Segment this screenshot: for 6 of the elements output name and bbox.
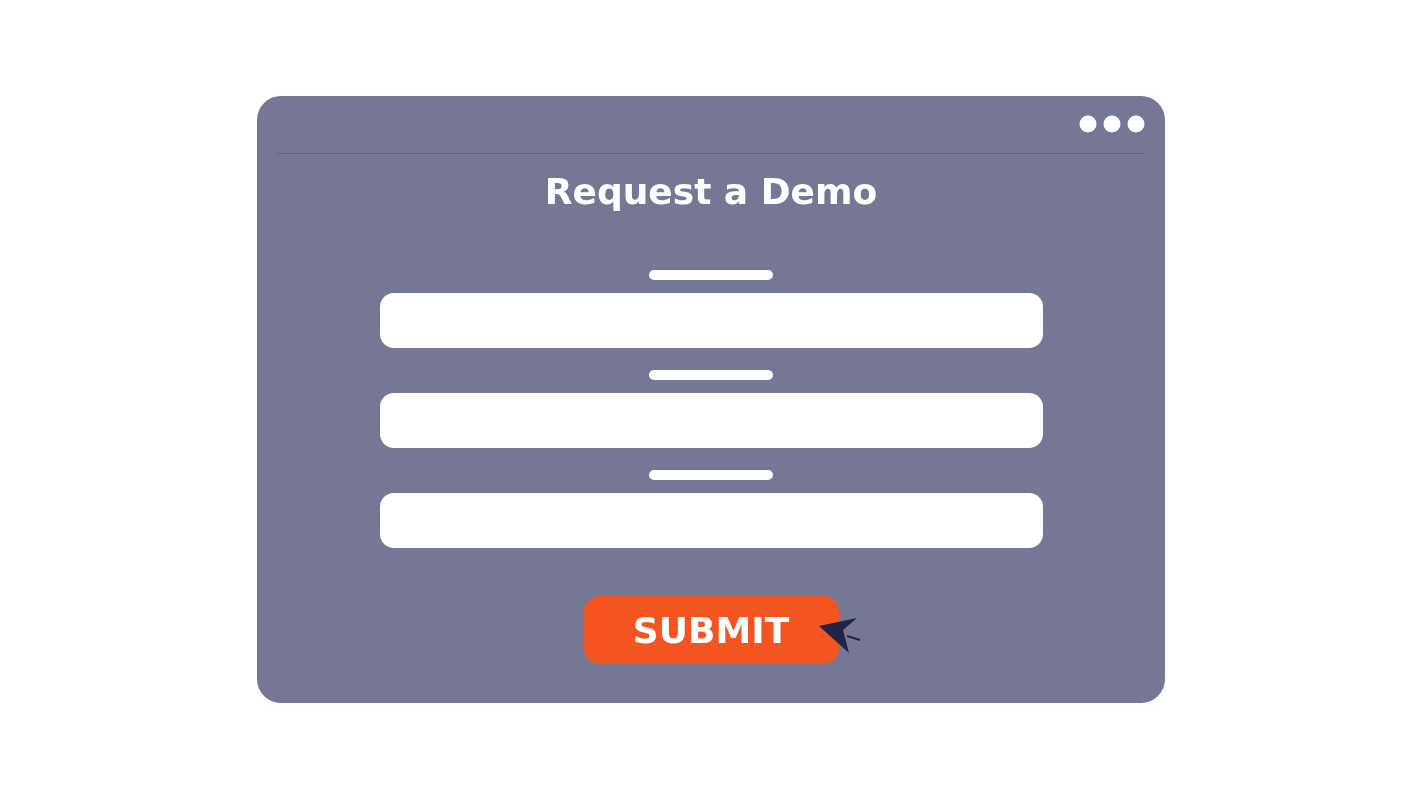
input-field[interactable] <box>379 293 1043 348</box>
more-icon[interactable] <box>1079 114 1145 133</box>
submit-button[interactable]: SUBMIT <box>583 596 839 664</box>
form-title: Request a Demo <box>544 170 878 214</box>
input-field[interactable] <box>379 393 1043 448</box>
input-field[interactable] <box>379 493 1043 548</box>
